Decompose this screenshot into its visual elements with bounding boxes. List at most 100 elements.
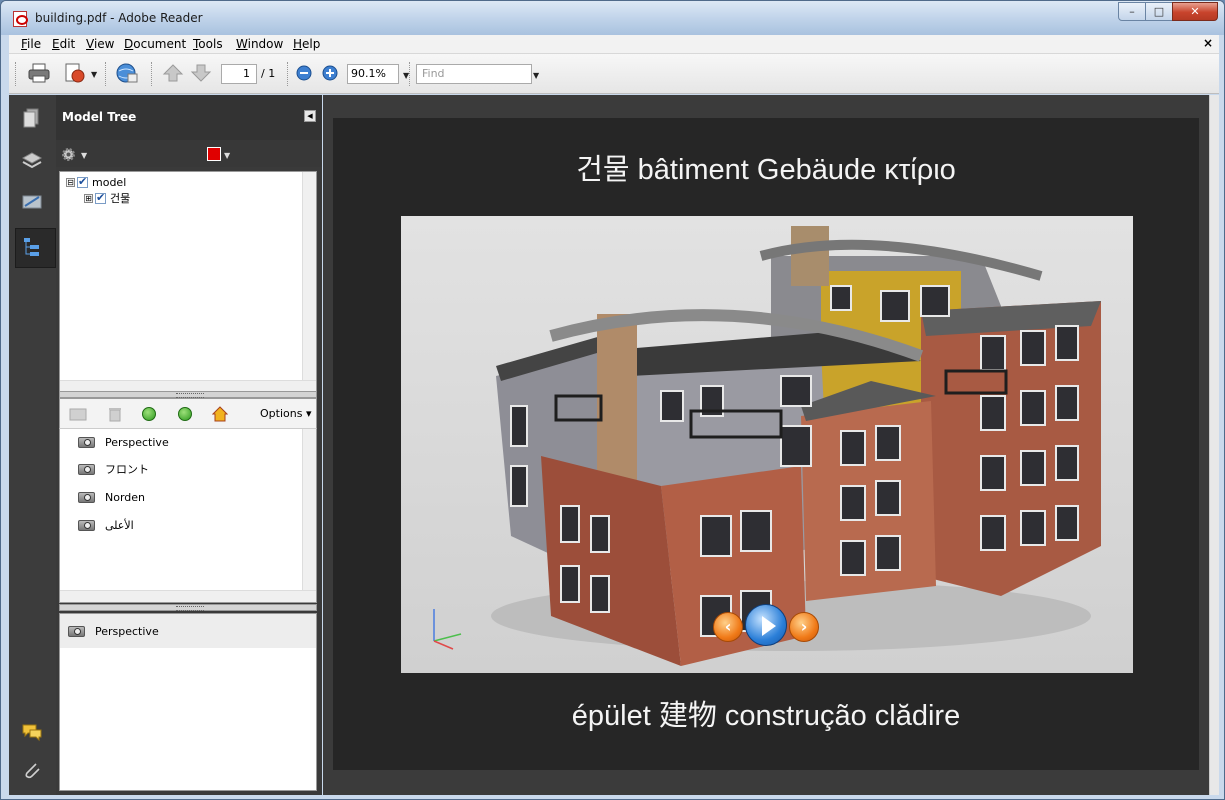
view-item-top[interactable]: الأعلى <box>78 516 134 534</box>
menu-view[interactable]: View <box>86 37 114 51</box>
view-label: Perspective <box>105 435 169 449</box>
pdf-page: 건물 bâtiment Gebäude κτίριο ‹ › épület 建物… <box>333 118 1199 770</box>
menu-document[interactable]: Document <box>124 37 186 51</box>
expand-node-icon[interactable]: ⊞ <box>84 193 93 203</box>
tree-node-building[interactable]: ⊞ 건물 <box>84 190 130 206</box>
menu-help[interactable]: Help <box>293 37 320 51</box>
model-tree-icon[interactable] <box>21 236 43 258</box>
toolbar-separator <box>409 62 412 86</box>
zoom-level-input[interactable]: 90.1% <box>347 64 399 84</box>
page-heading-top: 건물 bâtiment Gebäude κτίριο <box>576 154 956 186</box>
view-label: Norden <box>105 490 146 504</box>
tree-node-label: model <box>92 175 127 189</box>
collapse-panel-button[interactable]: ◀ <box>304 110 316 122</box>
close-icon: ✕ <box>1190 5 1200 18</box>
zoom-in-icon[interactable] <box>321 62 339 84</box>
window-title: building.pdf - Adobe Reader <box>35 11 203 25</box>
signatures-icon[interactable] <box>21 191 43 213</box>
menu-edit[interactable]: Edit <box>52 37 75 51</box>
views-list: Perspective フロント Norden الأعلى <box>59 428 317 603</box>
page-total-label: / 1 <box>261 67 276 80</box>
toolbar-grip[interactable] <box>15 62 18 86</box>
minimize-button[interactable]: – <box>1118 2 1146 21</box>
find-input[interactable]: Find <box>416 64 532 84</box>
next-page-arrow-icon[interactable] <box>189 62 213 84</box>
document-close-button[interactable]: × <box>1203 36 1213 50</box>
model-tree-list: ⊟ model ⊞ 건물 <box>59 171 317 393</box>
maximize-icon: □ <box>1153 5 1165 18</box>
tree-vertical-scrollbar[interactable] <box>302 172 316 392</box>
layers-icon[interactable] <box>21 150 43 172</box>
previous-page-arrow-icon[interactable] <box>161 62 185 84</box>
pages-icon[interactable] <box>21 107 43 129</box>
views-splitter[interactable] <box>59 604 317 611</box>
tree-toolbar: ▼ ▼ <box>56 140 322 167</box>
zoom-out-icon[interactable] <box>295 62 313 84</box>
page-heading-bottom: épület 建物 construção clădire <box>571 700 961 732</box>
tree-node-label: 건물 <box>110 192 131 205</box>
selected-view-row[interactable]: Perspective <box>60 614 316 648</box>
title-bar[interactable]: building.pdf - Adobe Reader – □ ✕ <box>1 1 1224 35</box>
maximize-button[interactable]: □ <box>1145 2 1173 21</box>
visibility-checkbox[interactable] <box>95 191 106 204</box>
previous-animation-button[interactable]: ‹ <box>713 612 743 642</box>
options-menu[interactable]: Options ▾ <box>260 407 311 420</box>
menu-bar: File Edit View Document Tools Window Hel… <box>9 35 1219 54</box>
views-toolbar: Options ▾ <box>59 398 317 428</box>
view-item-north[interactable]: Norden <box>78 488 145 506</box>
gear-icon[interactable] <box>61 147 76 162</box>
comments-icon[interactable] <box>21 721 43 743</box>
views-vertical-scrollbar[interactable] <box>302 429 316 602</box>
camera-icon <box>78 519 95 531</box>
home-icon[interactable] <box>212 406 228 422</box>
panel-title: Model Tree <box>62 110 137 124</box>
find-dropdown-icon[interactable]: ▼ <box>533 71 539 80</box>
previous-view-icon[interactable] <box>142 407 156 421</box>
window-controls: – □ ✕ <box>1118 2 1218 21</box>
collaborate-globe-icon[interactable] <box>115 62 139 84</box>
next-animation-button[interactable]: › <box>789 612 819 642</box>
camera-add-icon[interactable] <box>68 406 90 422</box>
menu-file[interactable]: File <box>21 37 41 51</box>
view-item-perspective[interactable]: Perspective <box>78 433 169 451</box>
view-label: フロント <box>105 463 149 476</box>
camera-icon <box>68 625 85 637</box>
panel-header: Model Tree ◀ <box>56 95 322 140</box>
camera-icon <box>78 491 95 503</box>
camera-icon <box>78 463 95 475</box>
next-view-icon[interactable] <box>178 407 192 421</box>
app-window: building.pdf - Adobe Reader – □ ✕ File E… <box>0 0 1225 800</box>
tree-node-model[interactable]: ⊟ model <box>66 174 126 190</box>
color-swatch[interactable] <box>207 147 221 161</box>
close-button[interactable]: ✕ <box>1172 2 1218 21</box>
properties-area: Perspective <box>59 613 317 791</box>
document-vertical-scrollbar[interactable] <box>1209 95 1219 795</box>
model-tree-panel: Model Tree ◀ ▼ ▼ ⊟ model ⊞ 건물 <box>56 95 322 795</box>
collapse-node-icon[interactable]: ⊟ <box>66 177 75 187</box>
share-dropdown-icon[interactable]: ▼ <box>91 70 97 79</box>
color-dropdown-icon[interactable]: ▼ <box>224 151 230 160</box>
view-item-front[interactable]: フロント <box>78 460 149 478</box>
toolbar-separator <box>105 62 108 86</box>
menu-window[interactable]: Window <box>236 37 283 51</box>
page-number-input[interactable]: 1 <box>221 64 257 84</box>
trash-icon[interactable] <box>108 406 122 422</box>
print-icon[interactable] <box>27 62 51 84</box>
play-animation-button[interactable] <box>745 604 787 646</box>
navigation-rail <box>9 95 56 795</box>
menu-tools[interactable]: Tools <box>193 37 223 51</box>
share-pdf-icon[interactable] <box>63 62 87 84</box>
selected-view-label: Perspective <box>95 624 159 638</box>
toolbar-separator <box>151 62 154 86</box>
attachments-paperclip-icon[interactable] <box>21 759 43 781</box>
gear-dropdown-icon[interactable]: ▼ <box>81 151 87 160</box>
tree-splitter[interactable] <box>59 391 317 398</box>
pdf-app-icon <box>13 11 28 27</box>
toolbar-separator <box>287 62 290 86</box>
minimize-icon: – <box>1129 5 1135 18</box>
view-label: الأعلى <box>105 518 134 532</box>
views-horizontal-scrollbar[interactable] <box>60 590 316 602</box>
main-toolbar: ▼ 1 / 1 90.1% ▼ Find ▼ <box>9 54 1219 94</box>
camera-icon <box>78 436 95 448</box>
visibility-checkbox[interactable] <box>77 175 88 188</box>
